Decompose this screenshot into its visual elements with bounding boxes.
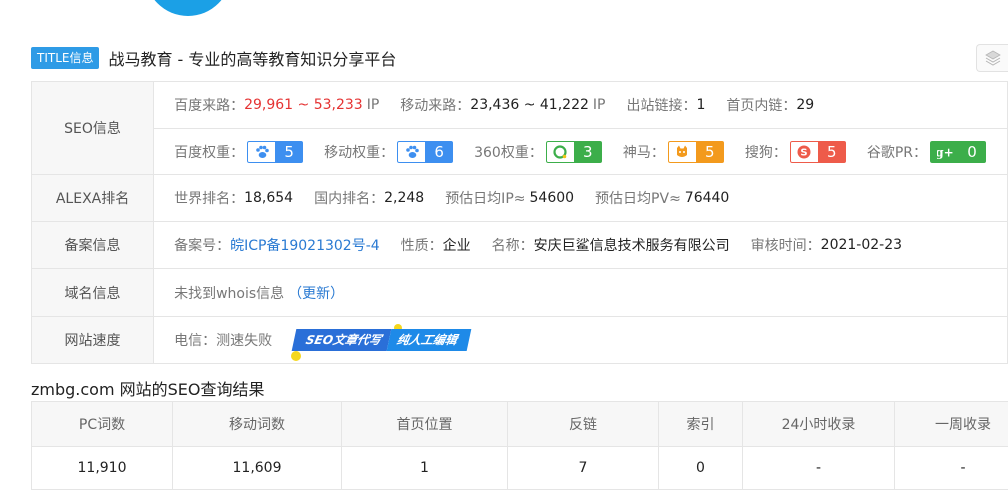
cell-mobile-words: 11,609 [172, 446, 342, 490]
google-pr-value: 0 [958, 140, 986, 163]
whois-text: 未找到whois信息 [174, 285, 285, 302]
mobile-weight-label: 移动权重： [324, 144, 395, 161]
daily-ip-value: 54600 [529, 190, 575, 206]
icp-date-value: 2021-02-23 [820, 237, 903, 253]
homepage-links-label: 首页内链： [726, 98, 797, 114]
baidu-paw-icon [397, 140, 426, 163]
table-header-row: PC词数 移动词数 首页位置 反链 索引 24小时收录 一周收录 [31, 401, 1008, 447]
icp-number-label: 备案号： [174, 238, 231, 254]
360-icon [545, 140, 574, 163]
speed-label: 网站速度 [30, 316, 155, 364]
daily-ip-label: 预估日均IP≈ [445, 191, 526, 207]
seo-info-label: SEO信息 [30, 81, 155, 175]
table-row: 11,910 11,609 1 7 0 - - [31, 446, 1008, 490]
cell-homepage-position: 1 [341, 446, 508, 490]
layers-button[interactable] [976, 44, 1008, 72]
alexa-label: ALEXA排名 [30, 174, 155, 222]
world-rank-label: 世界排名： [174, 191, 245, 207]
col-header-backlinks: 反链 [507, 401, 659, 447]
baidu-traffic-label: 百度来路： [174, 98, 245, 114]
weight-360-label: 360权重： [474, 144, 543, 161]
domain-label: 域名信息 [30, 268, 155, 317]
cell-24h-indexed: - [742, 446, 895, 490]
cell-pc-words: 11,910 [31, 446, 173, 490]
baidu-traffic-unit: IP [366, 97, 380, 113]
mobile-weight-value: 6 [425, 140, 454, 163]
svg-text:S: S [801, 147, 808, 158]
icp-nature-label: 性质： [400, 238, 443, 254]
ad-part1: SEO文章代写 [291, 329, 392, 351]
weight-360-badge[interactable]: 3 [545, 140, 602, 163]
whois-update-link[interactable]: （更新） [288, 283, 344, 303]
svg-text:g+: g+ [937, 145, 953, 159]
sogou-weight-label: 搜狗： [744, 144, 787, 161]
daily-pv-value: 76440 [684, 190, 730, 206]
baidu-weight-label: 百度权重： [174, 144, 245, 161]
mobile-traffic-label: 移动来路： [400, 98, 471, 114]
sogou-weight-badge[interactable]: S 5 [789, 140, 846, 163]
col-header-index: 索引 [658, 401, 743, 447]
title-badge: TITLE信息 [31, 47, 100, 69]
domestic-rank-label: 国内排名： [314, 191, 385, 207]
seo-writing-ad-banner[interactable]: SEO文章代写 纯人工编辑 [291, 324, 472, 361]
domestic-rank-value: 2,248 [384, 190, 425, 206]
seo-traffic-row: 百度来路： 29,961 ~ 53,233 IP 移动来路： 23,436 ~ … [153, 81, 1008, 129]
icp-label: 备案信息 [30, 221, 155, 269]
col-header-pc-words: PC词数 [31, 401, 173, 447]
baidu-traffic-value: 29,961 ~ 53,233 [244, 97, 363, 113]
sogou-weight-value: 5 [817, 140, 846, 163]
baidu-weight-value: 5 [275, 140, 304, 163]
seo-result-title: zmbg.com 网站的SEO查询结果 [31, 380, 265, 399]
google-pr-label: 谷歌PR： [866, 144, 927, 161]
icp-number-link[interactable]: 皖ICP备19021302号-4 [230, 235, 380, 255]
icp-nature-value: 企业 [442, 238, 471, 254]
baidu-weight-badge[interactable]: 5 [247, 140, 304, 163]
homepage-links-value: 29 [796, 97, 815, 113]
shenma-icon [667, 140, 696, 163]
google-pr-badge[interactable]: g+ 0 [930, 140, 986, 163]
col-header-week-indexed: 一周收录 [894, 401, 1008, 447]
icp-row: 备案号： 皖ICP备19021302号-4 性质： 企业 名称： 安庆巨鲨信息技… [153, 221, 1008, 269]
daily-pv-label: 预估日均PV≈ [595, 191, 681, 207]
icp-date-label: 审核时间： [750, 238, 821, 254]
seo-result-table: PC词数 移动词数 首页位置 反链 索引 24小时收录 一周收录 11,910 … [31, 401, 1008, 490]
outlinks-label: 出站链接： [626, 98, 697, 114]
shenma-weight-badge[interactable]: 5 [667, 140, 724, 163]
cell-week-indexed: - [894, 446, 1008, 490]
col-header-24h-indexed: 24小时收录 [742, 401, 895, 447]
mobile-weight-badge[interactable]: 6 [397, 140, 454, 163]
col-header-homepage-position: 首页位置 [341, 401, 508, 447]
sogou-icon: S [789, 140, 818, 163]
cell-index: 0 [658, 446, 743, 490]
site-info-table: SEO信息 百度来路： 29,961 ~ 53,233 IP 移动来路： 23,… [30, 81, 1008, 364]
weight-360-value: 3 [573, 140, 602, 163]
layers-icon [984, 50, 1001, 66]
cell-backlinks: 7 [507, 446, 659, 490]
speed-row: 电信：测速失败 SEO文章代写 纯人工编辑 [153, 316, 1008, 364]
baidu-paw-icon [247, 140, 276, 163]
outlinks-value: 1 [696, 97, 706, 113]
domain-row: 未找到whois信息 （更新） [153, 268, 1008, 317]
ad-part2: 纯人工编辑 [386, 329, 472, 351]
shenma-weight-value: 5 [695, 140, 724, 163]
google-plus-icon: g+ [930, 140, 958, 163]
mobile-traffic-unit: IP [592, 97, 606, 113]
ad-decor-dot [291, 351, 302, 361]
site-logo-partial [145, 0, 231, 16]
col-header-mobile-words: 移动词数 [172, 401, 342, 447]
title-row: TITLE信息 战马教育 - 专业的高等教育知识分享平台 [31, 46, 396, 70]
mobile-traffic-value: 23,436 ~ 41,222 [470, 97, 589, 113]
world-rank-value: 18,654 [244, 190, 294, 206]
seo-weights-row: 百度权重： 5 移动权重： 6 360权重： 3 神马： 5 搜狗： S 5 谷… [153, 128, 1008, 175]
icp-name-label: 名称： [491, 238, 534, 254]
speed-text: 电信：测速失败 [174, 333, 273, 349]
shenma-weight-label: 神马： [622, 144, 665, 161]
site-title: 战马教育 - 专业的高等教育知识分享平台 [108, 50, 397, 69]
icp-name-value: 安庆巨鲨信息技术服务有限公司 [533, 238, 730, 254]
alexa-row: 世界排名： 18,654 国内排名： 2,248 预估日均IP≈ 54600 预… [153, 174, 1008, 222]
